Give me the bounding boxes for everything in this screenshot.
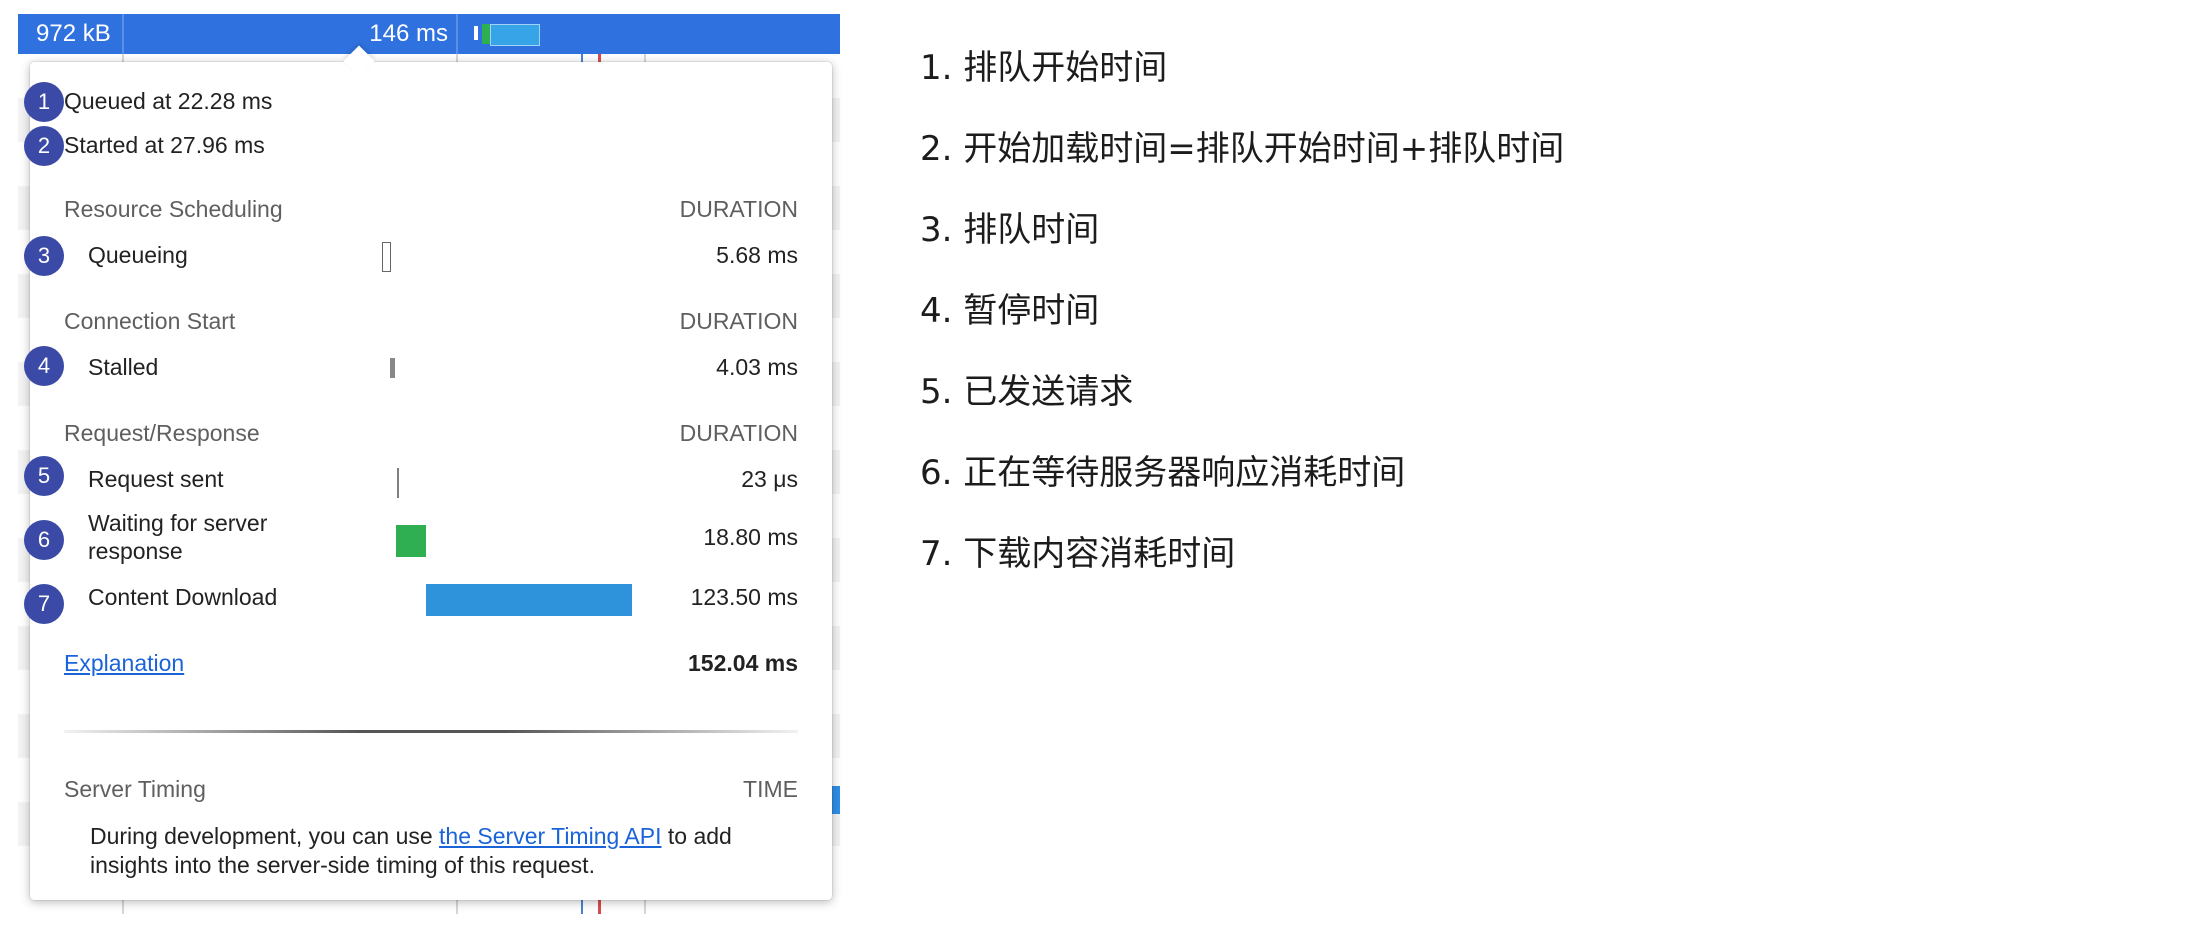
explanation-link[interactable]: Explanation xyxy=(64,650,184,677)
waterfall-download-segment xyxy=(490,24,540,46)
note-6: 6. 正在等待服务器响应消耗时间 xyxy=(920,453,1406,493)
phase-label-queueing: Queueing xyxy=(88,242,188,268)
waterfall-bar[interactable] xyxy=(474,22,550,46)
step-badge-7: 7 xyxy=(24,584,64,624)
server-timing-api-link[interactable]: the Server Timing API xyxy=(439,823,661,849)
step-badge-6: 6 xyxy=(24,520,64,560)
queued-at-label: Queued at 22.28 ms xyxy=(64,88,273,114)
duration-header: DURATION xyxy=(679,196,798,222)
step-badge-4: 4 xyxy=(24,346,64,386)
phase-label-content-download: Content Download xyxy=(88,584,278,610)
timing-popover: 1 Queued at 22.28 ms 2 Started at 27.96 … xyxy=(24,45,832,900)
content-download-bar xyxy=(426,584,632,616)
duration-header: DURATION xyxy=(679,420,798,446)
note-5: 5. 已发送请求 xyxy=(920,372,1134,412)
waiting-bar xyxy=(396,525,426,557)
note-1: 1. 排队开始时间 xyxy=(920,48,1168,88)
note-2: 2. 开始加载时间=排队开始时间+排队时间 xyxy=(920,129,1565,169)
phase-label-waiting-line1: Waiting for server xyxy=(88,510,268,536)
step-badge-1: 1 xyxy=(24,82,64,122)
server-timing-text: During development, you can use xyxy=(90,823,440,849)
server-timing-description: During development, you can use the Serv… xyxy=(90,822,790,880)
selected-request-row[interactable]: 972 kB 146 ms xyxy=(18,14,840,54)
waterfall-bar xyxy=(832,786,840,814)
phase-label-stalled: Stalled xyxy=(88,354,159,380)
request-sent-bar xyxy=(397,468,399,498)
phase-value-waiting: 18.80 ms xyxy=(703,524,798,550)
column-divider xyxy=(456,14,458,54)
total-duration: 152.04 ms xyxy=(688,650,798,676)
step-badge-5: 5 xyxy=(24,456,64,496)
time-cell: 146 ms xyxy=(369,20,448,47)
stalled-bar xyxy=(390,358,395,378)
note-3: 3. 排队时间 xyxy=(920,210,1100,250)
phase-value-content-download: 123.50 ms xyxy=(690,584,798,610)
phase-value-request-sent: 23 μs xyxy=(741,466,798,492)
phase-label-request-sent: Request sent xyxy=(88,466,224,492)
section-request-response: Request/Response xyxy=(64,420,260,446)
step-badge-3: 3 xyxy=(24,236,64,276)
started-at-label: Started at 27.96 ms xyxy=(64,132,265,158)
phase-value-queueing: 5.68 ms xyxy=(716,242,798,268)
time-header: TIME xyxy=(743,776,798,802)
size-cell: 972 kB xyxy=(36,20,111,47)
queueing-bar xyxy=(382,242,391,272)
note-7: 7. 下载内容消耗时间 xyxy=(920,534,1236,574)
duration-header: DURATION xyxy=(679,308,798,334)
divider xyxy=(64,730,798,733)
section-server-timing: Server Timing xyxy=(64,776,206,802)
section-resource-scheduling: Resource Scheduling xyxy=(64,196,283,222)
waterfall-queue-tick xyxy=(474,26,478,40)
section-connection-start: Connection Start xyxy=(64,308,236,334)
phase-value-stalled: 4.03 ms xyxy=(716,354,798,380)
note-4: 4. 暂停时间 xyxy=(920,291,1100,331)
step-badge-2: 2 xyxy=(24,126,64,166)
phase-label-waiting-line2: response xyxy=(88,538,183,564)
